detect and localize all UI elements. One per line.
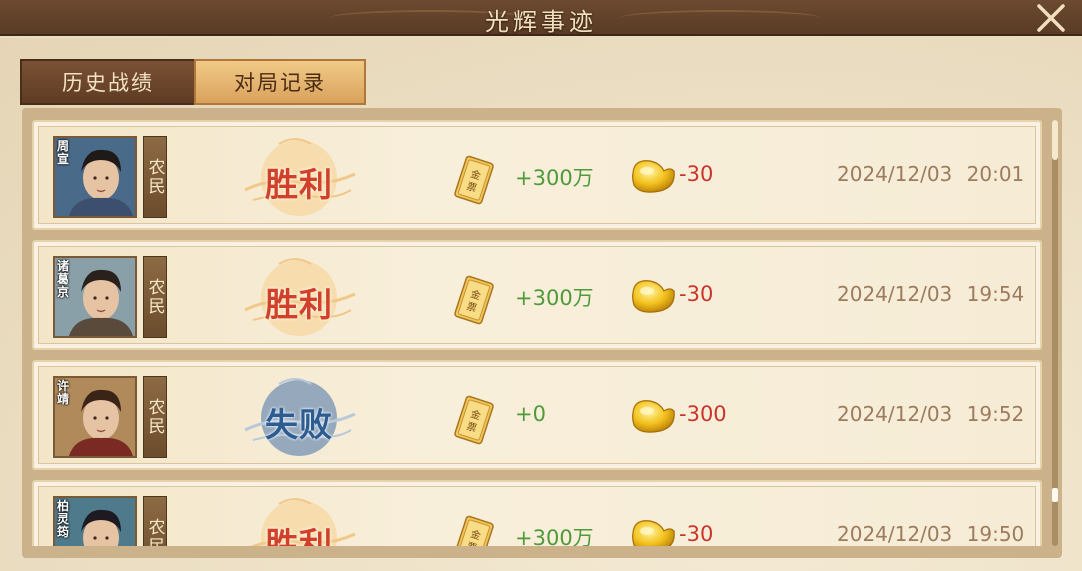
hero-name: 诸葛京	[57, 259, 70, 299]
gold-ingot-icon	[632, 160, 675, 193]
hero-avatar: 周宣	[53, 136, 137, 218]
gold-scroll-icon: 金 票	[454, 275, 494, 325]
tab-bar: 历史战绩 对局记录	[20, 59, 366, 105]
coin-change: +300万	[515, 166, 594, 190]
record-row-2[interactable]: 诸葛京 农民 胜利 金 票 +300万 -30 2024/12/03 19:54	[32, 240, 1042, 350]
scrollbar-thumb[interactable]	[1052, 120, 1058, 160]
ingot-change: -30	[679, 522, 714, 546]
ingot-change: -300	[679, 402, 727, 426]
hero-avatar: 柏灵筠	[53, 496, 137, 546]
records-frame: 周宣 农民 胜利 金 票 +300万 -30 2024/12/03 20:01 …	[22, 108, 1062, 558]
result-label: 胜利	[265, 525, 333, 546]
title-bar: 光辉事迹	[0, 0, 1082, 36]
match-time: 2024/12/03 19:50	[837, 522, 1025, 546]
hero-name: 周宣	[57, 139, 70, 166]
match-time: 2024/12/03 19:52	[837, 402, 1025, 426]
role-tag: 农民	[143, 256, 167, 338]
hero-name: 许靖	[57, 379, 70, 406]
gold-ingot-icon	[632, 400, 675, 433]
record-row-1[interactable]: 周宣 农民 胜利 金 票 +300万 -30 2024/12/03 20:01	[32, 120, 1042, 230]
ingot-change: -30	[679, 162, 714, 186]
hero-avatar: 诸葛京	[53, 256, 137, 338]
match-result: 胜利	[239, 250, 359, 346]
result-label: 胜利	[265, 165, 333, 204]
match-result: 胜利	[239, 490, 359, 546]
result-label: 失败	[265, 405, 333, 444]
window-title: 光辉事迹	[485, 8, 597, 36]
gold-ingot-icon	[632, 520, 675, 546]
match-time: 2024/12/03 20:01	[837, 162, 1025, 186]
hero-name: 柏灵筠	[57, 499, 70, 539]
main-panel: 历史战绩 对局记录 周宣 农民 胜利 金 票 +300万 -30 2024/12…	[0, 38, 1082, 571]
gold-scroll-icon: 金 票	[454, 155, 494, 205]
role-tag: 农民	[143, 496, 167, 546]
scrollbar-marker	[1052, 488, 1058, 502]
tab-history[interactable]: 历史战绩	[20, 59, 194, 105]
record-row-3[interactable]: 许靖 农民 失败 金 票 +0 -300 2024/12/03 19:52	[32, 360, 1042, 470]
gold-ingot-icon	[632, 280, 675, 313]
ingot-change: -30	[679, 282, 714, 306]
hero-avatar: 许靖	[53, 376, 137, 458]
gold-scroll-icon: 金 票	[454, 395, 494, 445]
coin-change: +0	[515, 402, 546, 426]
match-result: 胜利	[239, 130, 359, 226]
close-icon	[1037, 4, 1065, 32]
record-row-4[interactable]: 柏灵筠 农民 胜利 金 票 +300万 -30 2024/12/03 19:50	[32, 480, 1042, 546]
coin-change: +300万	[515, 526, 594, 546]
role-tag: 农民	[143, 136, 167, 218]
close-button[interactable]	[1034, 1, 1068, 35]
gold-scroll-icon: 金 票	[454, 515, 494, 546]
coin-change: +300万	[515, 286, 594, 310]
tab-match-records[interactable]: 对局记录	[194, 59, 366, 105]
match-result: 失败	[239, 370, 359, 466]
match-time: 2024/12/03 19:54	[837, 282, 1025, 306]
records-list[interactable]: 周宣 农民 胜利 金 票 +300万 -30 2024/12/03 20:01 …	[32, 120, 1042, 546]
role-tag: 农民	[143, 376, 167, 458]
scrollbar[interactable]	[1052, 120, 1058, 546]
result-label: 胜利	[265, 285, 333, 324]
